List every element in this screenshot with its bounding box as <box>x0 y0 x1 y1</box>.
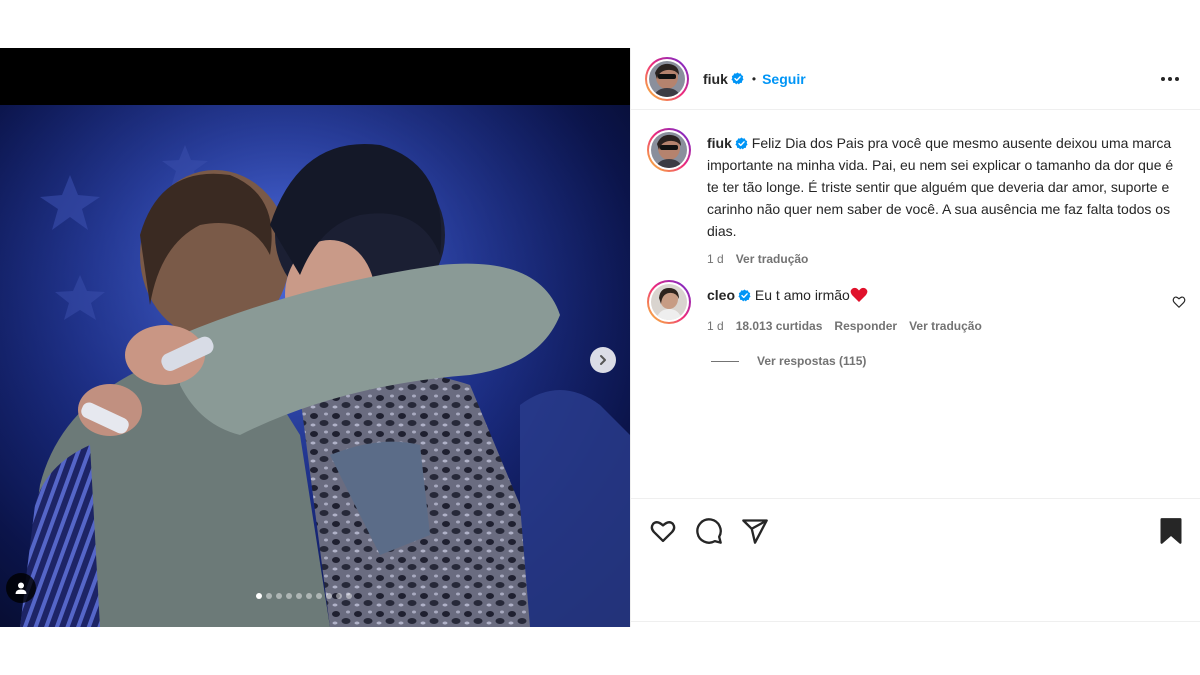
panel-bottom-divider <box>630 621 1200 622</box>
next-image-button[interactable] <box>590 347 616 373</box>
author-avatar[interactable] <box>645 56 689 101</box>
carousel-dot <box>326 593 332 599</box>
comment-author-avatar[interactable] <box>647 280 691 324</box>
user-tag-icon <box>15 582 27 594</box>
verified-badge-icon <box>738 289 751 302</box>
replies-divider <box>711 360 739 362</box>
like-icon[interactable] <box>649 517 677 545</box>
comment-body: cleo Eu t amo irmão 1 d 18.013 curtidas … <box>707 284 1147 337</box>
share-icon[interactable] <box>741 517 769 545</box>
verified-badge-icon <box>731 72 744 85</box>
avatar-image <box>649 60 685 97</box>
caption-meta: 1 d Ver tradução <box>707 248 1183 270</box>
caption-time[interactable]: 1 d <box>707 248 724 270</box>
comment-meta: 1 d 18.013 curtidas Responder Ver traduç… <box>707 315 1147 337</box>
carousel-dot <box>316 593 322 599</box>
carousel-indicator <box>256 593 352 599</box>
red-heart-emoji-icon <box>850 287 868 302</box>
avatar-image <box>651 132 687 168</box>
comment-icon[interactable] <box>695 517 723 545</box>
view-replies-label: Ver respostas (115) <box>757 354 867 368</box>
post-header: fiuk • Seguir <box>631 48 1200 110</box>
post-actions-bar <box>631 498 1200 628</box>
author-username[interactable]: fiuk <box>703 71 728 87</box>
tagged-users-button[interactable] <box>6 573 36 603</box>
caption-translate-link[interactable]: Ver tradução <box>736 248 809 270</box>
carousel-dot <box>286 593 292 599</box>
follow-button[interactable]: Seguir <box>762 71 806 87</box>
carousel-dot <box>346 593 352 599</box>
carousel-dot <box>276 593 282 599</box>
comment-text: Eu t amo irmão <box>754 287 850 303</box>
post-photo[interactable] <box>0 105 630 627</box>
comment-likes[interactable]: 18.013 curtidas <box>736 315 823 337</box>
header-separator: • <box>751 71 757 86</box>
carousel-dot <box>306 593 312 599</box>
comment-username[interactable]: cleo <box>707 287 735 303</box>
comment-reply-button[interactable]: Responder <box>834 315 897 337</box>
post-side-panel: fiuk • Seguir fiuk Feliz Dia dos Pais pr… <box>630 48 1200 627</box>
post-media <box>0 48 630 627</box>
verified-badge-icon <box>735 137 748 150</box>
caption-username[interactable]: fiuk <box>707 135 732 151</box>
next-arrow-icon <box>600 355 606 365</box>
comment-translate-link[interactable]: Ver tradução <box>909 315 982 337</box>
save-icon[interactable] <box>1157 517 1185 545</box>
comment-like-icon[interactable] <box>1172 295 1186 309</box>
caption-body: fiuk Feliz Dia dos Pais pra você que mes… <box>707 132 1183 270</box>
carousel-dot <box>256 593 262 599</box>
photo-illustration <box>0 105 630 627</box>
post-container: fiuk • Seguir fiuk Feliz Dia dos Pais pr… <box>0 48 1200 627</box>
avatar-image <box>651 284 687 320</box>
comment-time[interactable]: 1 d <box>707 315 724 337</box>
caption-author-avatar[interactable] <box>647 128 691 172</box>
caption-text: Feliz Dia dos Pais pra você que mesmo au… <box>707 135 1174 239</box>
carousel-dot <box>296 593 302 599</box>
view-replies-button[interactable]: Ver respostas (115) <box>711 354 866 368</box>
more-options-icon[interactable] <box>1159 70 1181 88</box>
header-user-info: fiuk • Seguir <box>703 71 806 87</box>
carousel-dot <box>336 593 342 599</box>
carousel-dot <box>266 593 272 599</box>
